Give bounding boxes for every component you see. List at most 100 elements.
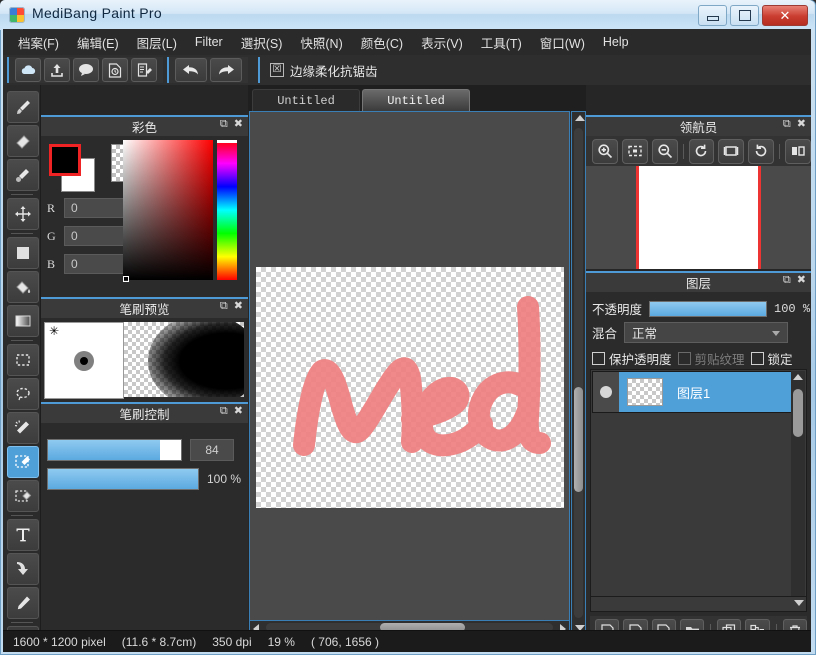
close-icon[interactable]: ✖ bbox=[797, 119, 806, 130]
red-input[interactable]: 0 bbox=[64, 198, 126, 218]
chevron-down-icon bbox=[772, 331, 781, 336]
operation-tool[interactable] bbox=[7, 553, 39, 585]
foreground-color-swatch[interactable] bbox=[49, 144, 81, 176]
blur-tool[interactable] bbox=[7, 159, 39, 191]
undo-button[interactable] bbox=[175, 58, 207, 82]
layer-blend-label: 混合 bbox=[592, 327, 618, 341]
comment-button[interactable] bbox=[73, 58, 99, 82]
brush-opacity-value: 100 % bbox=[207, 472, 242, 486]
menu-edit[interactable]: 编辑(E) bbox=[68, 29, 128, 56]
undock-icon[interactable]: ⧉ bbox=[783, 119, 791, 130]
vscroll-track[interactable] bbox=[574, 128, 583, 618]
minimize-button[interactable] bbox=[698, 5, 727, 26]
menu-tool[interactable]: 工具(T) bbox=[472, 29, 531, 56]
undock-icon[interactable]: ⧉ bbox=[220, 119, 228, 130]
lock-alpha-checkbox[interactable] bbox=[592, 352, 605, 365]
restore-button[interactable] bbox=[730, 5, 759, 26]
undock-icon[interactable]: ⧉ bbox=[220, 301, 228, 312]
menu-help[interactable]: Help bbox=[594, 31, 638, 53]
saturation-value-field[interactable] bbox=[123, 140, 213, 280]
close-icon[interactable]: ✖ bbox=[797, 275, 806, 286]
select-eraser-tool[interactable] bbox=[7, 480, 39, 512]
hue-slider[interactable] bbox=[217, 140, 237, 280]
eraser-tool[interactable] bbox=[7, 125, 39, 157]
undock-icon[interactable]: ⧉ bbox=[783, 275, 791, 286]
zoom-in-button[interactable] bbox=[592, 138, 618, 164]
rotate-left-icon bbox=[696, 144, 707, 157]
menu-color[interactable]: 颜色(C) bbox=[352, 29, 412, 56]
layer-list-scrollbar[interactable] bbox=[791, 371, 805, 611]
menu-layer[interactable]: 图层(L) bbox=[128, 29, 186, 56]
upload-button[interactable] bbox=[44, 58, 70, 82]
layer-blend-select[interactable]: 正常 bbox=[624, 322, 789, 343]
layer-name[interactable]: 图层1 bbox=[677, 383, 710, 402]
menu-window[interactable]: 窗口(W) bbox=[531, 29, 594, 56]
menu-filter[interactable]: Filter bbox=[186, 31, 232, 53]
document-tab-2[interactable]: Untitled bbox=[362, 89, 470, 111]
close-button[interactable]: ✕ bbox=[762, 5, 808, 26]
edit-page-button[interactable] bbox=[131, 58, 157, 82]
close-icon[interactable]: ✖ bbox=[234, 406, 243, 417]
green-channel-row: G 0 bbox=[47, 226, 126, 246]
close-icon[interactable]: ✖ bbox=[234, 119, 243, 130]
green-input[interactable]: 0 bbox=[64, 226, 126, 246]
select-pen-tool[interactable] bbox=[7, 446, 39, 478]
layer-row[interactable]: 图层1 bbox=[592, 371, 805, 413]
document-tab-1[interactable]: Untitled bbox=[252, 89, 360, 111]
rect-select-tool[interactable] bbox=[7, 344, 39, 376]
fit-screen-button[interactable] bbox=[621, 138, 648, 164]
close-icon[interactable]: ✖ bbox=[234, 301, 243, 312]
text-tool[interactable] bbox=[7, 519, 39, 551]
lock-layer-option[interactable]: 锁定 bbox=[750, 349, 793, 368]
canvas-surface[interactable] bbox=[256, 267, 564, 508]
lock-layer-checkbox[interactable] bbox=[750, 352, 764, 365]
brush-tool[interactable] bbox=[7, 91, 39, 123]
zoom-out-button[interactable] bbox=[651, 138, 678, 164]
lasso-select-tool[interactable] bbox=[7, 378, 39, 410]
fill-rect-tool[interactable] bbox=[7, 237, 39, 269]
canvas-vertical-scrollbar[interactable] bbox=[571, 111, 586, 635]
menu-select[interactable]: 選択(S) bbox=[232, 29, 292, 56]
antialias-option[interactable]: ☒ 边缘柔化抗锯齿 bbox=[258, 57, 378, 83]
navigator-view[interactable] bbox=[586, 166, 811, 269]
gradient-tool[interactable] bbox=[7, 305, 39, 337]
layer-list[interactable]: 图层1 bbox=[590, 369, 807, 611]
rotate-left-button[interactable] bbox=[688, 138, 715, 164]
brush-opacity-slider[interactable] bbox=[47, 468, 199, 490]
color-swatches[interactable] bbox=[49, 144, 101, 192]
text-T-icon bbox=[16, 528, 30, 542]
brush-size-slider[interactable] bbox=[47, 439, 182, 461]
undock-icon[interactable]: ⧉ bbox=[220, 406, 228, 417]
reset-view-button[interactable] bbox=[718, 138, 745, 164]
menu-view[interactable]: 表示(V) bbox=[412, 29, 472, 56]
layer-scroll-up-arrow-icon[interactable] bbox=[793, 374, 803, 380]
scroll-up-arrow-icon[interactable] bbox=[575, 115, 585, 121]
clipping-option[interactable]: 剪贴纹理 bbox=[677, 349, 745, 368]
snapshot-button[interactable] bbox=[102, 58, 128, 82]
bucket-tool[interactable] bbox=[7, 271, 39, 303]
title-bar: MediBang Paint Pro ✕ bbox=[0, 0, 814, 30]
layer-opacity-slider[interactable] bbox=[649, 300, 768, 317]
vscroll-thumb[interactable] bbox=[574, 387, 583, 492]
layer-scroll-down-arrow-icon[interactable] bbox=[794, 600, 804, 606]
menu-snapshot[interactable]: 快照(N) bbox=[291, 29, 351, 56]
dropper-tool[interactable] bbox=[7, 587, 39, 619]
blue-input[interactable]: 0 bbox=[64, 254, 126, 274]
cloud-button[interactable] bbox=[15, 58, 41, 82]
color-panel: 彩色 ⧉ ✖ R 0 G 0 B 0 bbox=[41, 115, 248, 299]
layer-visibility-toggle[interactable] bbox=[593, 372, 619, 412]
lock-alpha-option[interactable]: 保护透明度 bbox=[592, 349, 672, 368]
flip-horizontal-button[interactable] bbox=[785, 138, 811, 164]
redo-button[interactable] bbox=[210, 58, 242, 82]
layer-scroll-thumb[interactable] bbox=[793, 389, 803, 437]
antialias-checkbox[interactable]: ☒ bbox=[270, 63, 284, 77]
brush-size-value[interactable]: 84 bbox=[190, 439, 234, 461]
canvas-viewport[interactable] bbox=[249, 111, 570, 635]
magic-wand-tool[interactable] bbox=[7, 412, 39, 444]
magic-wand-icon bbox=[14, 420, 29, 434]
menu-file[interactable]: 档案(F) bbox=[9, 29, 68, 56]
clipping-checkbox[interactable] bbox=[677, 352, 691, 365]
rotate-right-button[interactable] bbox=[748, 138, 775, 164]
move-tool[interactable] bbox=[7, 198, 39, 230]
layer-list-bottom-scroll[interactable] bbox=[590, 596, 807, 612]
